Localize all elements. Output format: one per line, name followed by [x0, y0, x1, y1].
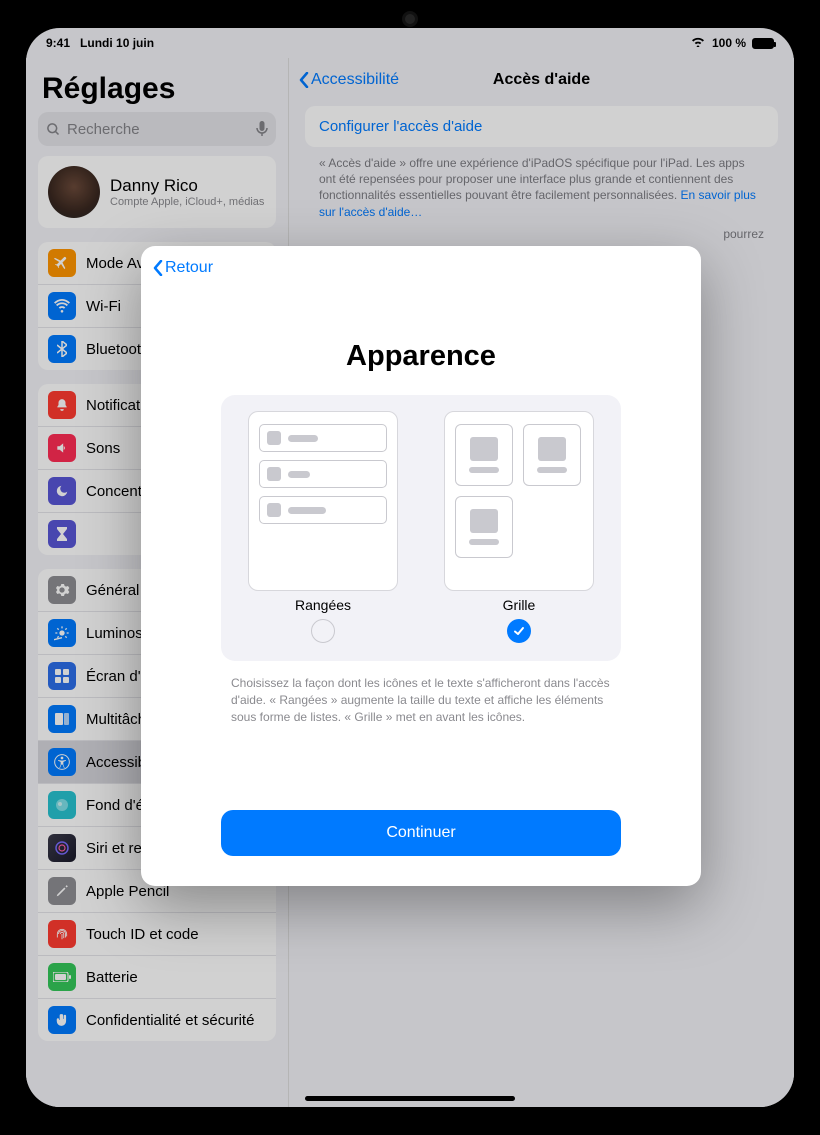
sheet-back-button[interactable]: Retour — [153, 259, 213, 277]
preview-grid — [444, 411, 594, 591]
choice-grid[interactable]: Grille — [433, 411, 605, 643]
sheet-help-text: Choisissez la façon dont les icônes et l… — [231, 675, 611, 725]
appearance-choice-group: Rangées Grille — [221, 395, 621, 661]
appearance-sheet: Retour Apparence Rangées — [141, 246, 701, 886]
front-camera — [405, 14, 415, 24]
radio-grid[interactable] — [507, 619, 531, 643]
home-indicator[interactable] — [305, 1096, 515, 1101]
radio-rows[interactable] — [311, 619, 335, 643]
preview-rows — [248, 411, 398, 591]
choice-rows[interactable]: Rangées — [237, 411, 409, 643]
choice-rows-label: Rangées — [295, 597, 351, 613]
continue-button[interactable]: Continuer — [221, 810, 621, 856]
choice-grid-label: Grille — [503, 597, 536, 613]
sheet-title: Apparence — [141, 340, 701, 373]
